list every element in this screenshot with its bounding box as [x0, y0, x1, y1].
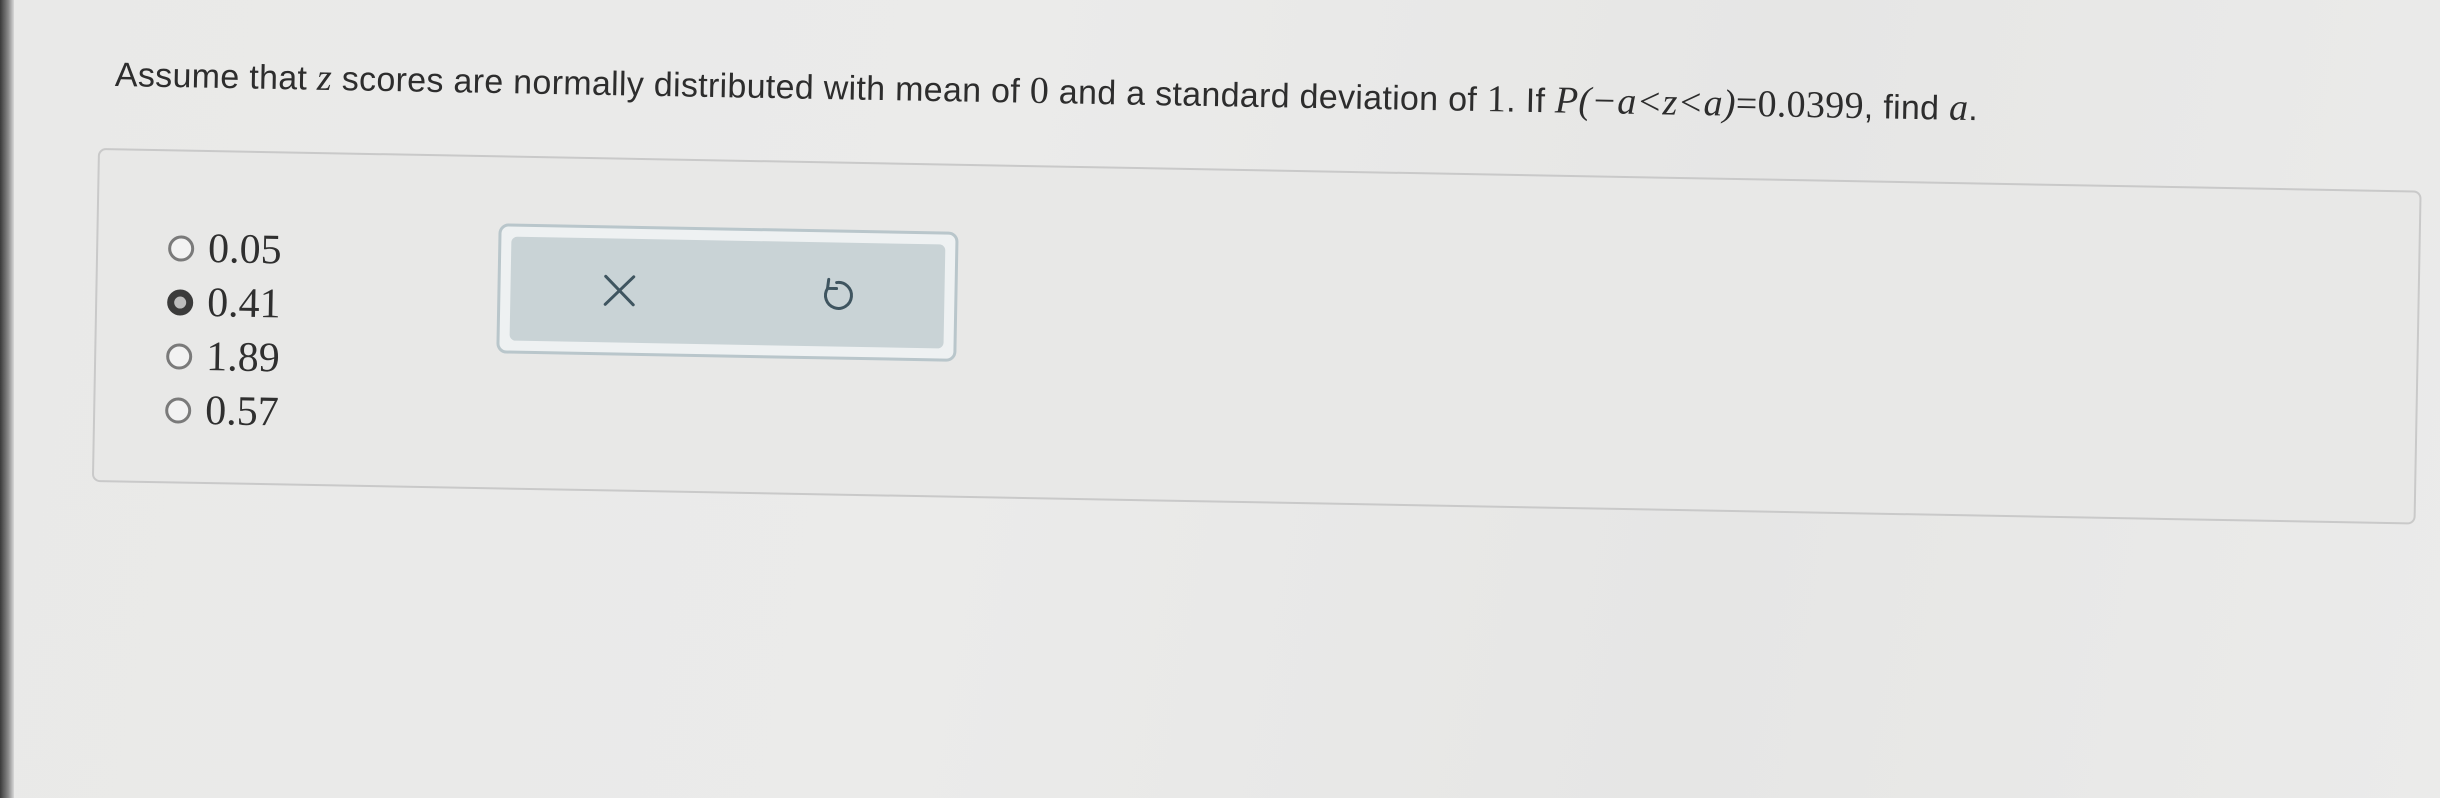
answer-action-box: [496, 223, 959, 362]
reset-button[interactable]: [727, 241, 946, 349]
math-a: a: [1948, 86, 1969, 129]
option-0[interactable]: 0.05: [167, 221, 283, 277]
answer-options: 0.05 0.41 1.89 0.57: [164, 221, 283, 439]
answer-panel: 0.05 0.41 1.89 0.57: [91, 148, 2422, 525]
question-part: scores are normally distributed with mea…: [331, 59, 1031, 111]
option-label: 1.89: [205, 334, 281, 382]
option-label: 0.05: [207, 226, 283, 274]
action-toolbar: [509, 236, 946, 349]
math-z: z: [316, 56, 333, 99]
question-part: , find: [1863, 88, 1950, 128]
question-text: Assume that z scores are normally distri…: [115, 52, 1979, 130]
option-label: 0.41: [206, 280, 282, 328]
clear-button[interactable]: [510, 237, 729, 345]
radio-button-selected[interactable]: [166, 289, 194, 316]
math-mean: 0: [1029, 69, 1050, 113]
math-probability: P(−a<z<a): [1554, 79, 1737, 125]
radio-button[interactable]: [167, 235, 195, 262]
question-part: Assume that: [114, 56, 318, 98]
math-sd: 1: [1486, 78, 1507, 121]
option-3[interactable]: 0.57: [164, 383, 280, 439]
undo-icon: [823, 277, 853, 310]
screen-edge: [0, 0, 14, 798]
option-label: 0.57: [204, 388, 280, 436]
radio-button[interactable]: [164, 397, 192, 424]
question-part: .: [1968, 89, 1979, 129]
option-1[interactable]: 0.41: [166, 275, 282, 331]
option-2[interactable]: 1.89: [165, 329, 281, 385]
question-part: . If: [1505, 81, 1556, 121]
math-equals: =0.0399: [1735, 82, 1865, 128]
question-part: and a standard deviation of: [1048, 73, 1488, 120]
radio-button[interactable]: [165, 343, 193, 370]
close-icon: [603, 274, 635, 307]
